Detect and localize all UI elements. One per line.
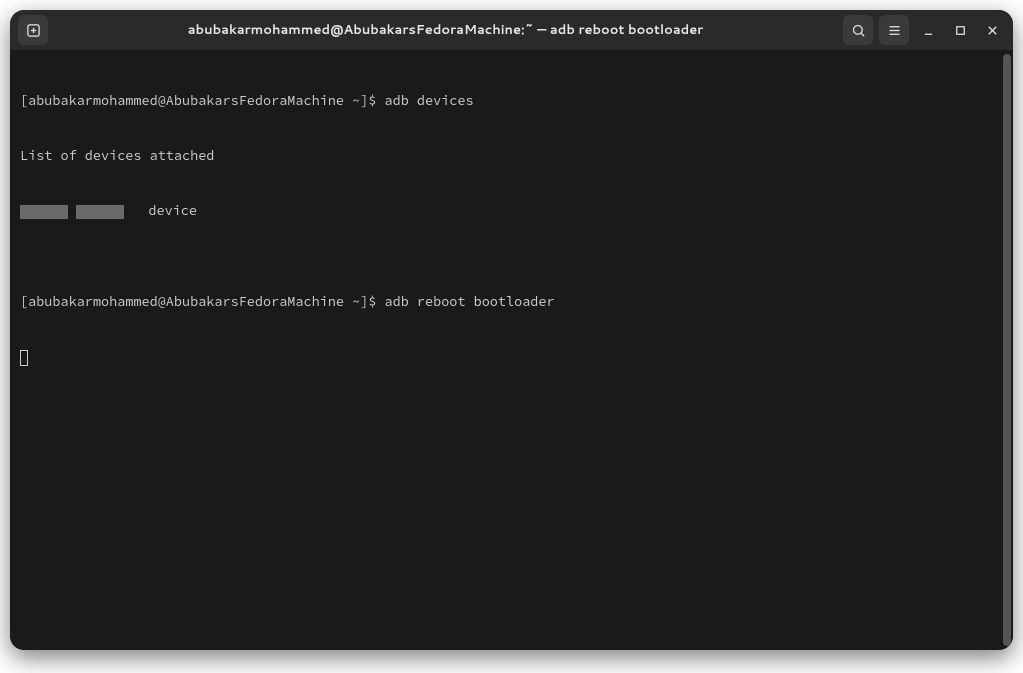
terminal-line: [abubakarmohammed@AbubakarsFedoraMachine… <box>20 92 1003 110</box>
minimize-button[interactable] <box>915 17 941 43</box>
scrollbar[interactable] <box>1003 54 1011 646</box>
new-tab-button[interactable] <box>18 15 48 45</box>
terminal-line: [abubakarmohammed@AbubakarsFedoraMachine… <box>20 293 1003 311</box>
plus-box-icon <box>26 23 41 38</box>
redacted-serial-part2 <box>76 205 124 219</box>
maximize-button[interactable] <box>947 17 973 43</box>
hamburger-menu-button[interactable] <box>879 15 909 45</box>
window-title: abubakarmohammed@AbubakarsFedoraMachine:… <box>52 21 839 39</box>
close-button[interactable] <box>979 17 1005 43</box>
terminal-line: device <box>20 202 1003 220</box>
command: adb devices <box>385 92 474 109</box>
redacted-serial-part1 <box>20 205 68 219</box>
terminal-line: List of devices attached <box>20 147 1003 165</box>
titlebar: abubakarmohammed@AbubakarsFedoraMachine:… <box>10 10 1013 50</box>
search-button[interactable] <box>843 15 873 45</box>
hamburger-icon <box>887 23 902 38</box>
titlebar-right <box>843 15 1005 45</box>
prompt: [abubakarmohammed@AbubakarsFedoraMachine… <box>20 92 385 109</box>
command: adb reboot bootloader <box>385 293 555 310</box>
minimize-icon <box>921 23 936 38</box>
prompt: [abubakarmohammed@AbubakarsFedoraMachine… <box>20 293 385 310</box>
terminal-window: abubakarmohammed@AbubakarsFedoraMachine:… <box>10 10 1013 650</box>
cursor-icon <box>20 350 28 366</box>
close-icon <box>985 23 1000 38</box>
device-state: device <box>124 202 197 219</box>
maximize-icon <box>953 23 968 38</box>
terminal-body[interactable]: [abubakarmohammed@AbubakarsFedoraMachine… <box>10 50 1013 650</box>
terminal-line <box>20 348 1003 367</box>
search-icon <box>851 23 866 38</box>
